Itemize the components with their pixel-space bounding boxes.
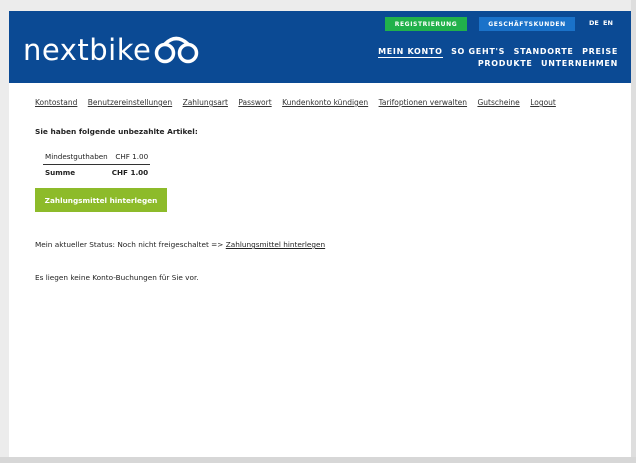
sum-amount: CHF 1.00: [111, 168, 149, 177]
nav-preise[interactable]: PREISE: [582, 47, 618, 56]
subnav-benutzereinstellungen[interactable]: Benutzereinstellungen: [88, 98, 172, 107]
nav-unternehmen[interactable]: UNTERNEHMEN: [541, 59, 618, 68]
subnav-kundenkonto-kuendigen[interactable]: Kundenkonto kündigen: [282, 98, 368, 107]
item-amount: CHF 1.00: [109, 149, 151, 165]
nav-so-gehts[interactable]: SO GEHT'S: [451, 47, 505, 56]
unpaid-heading: Sie haben folgende unbezahlte Artikel:: [35, 127, 198, 136]
vertical-scrollbar[interactable]: [631, 0, 636, 463]
lang-de-link[interactable]: DE: [589, 19, 599, 27]
unpaid-items-table: Mindestguthaben CHF 1.00 Summe CHF 1.00: [43, 149, 151, 181]
logo-text: nextbike: [23, 33, 152, 67]
horizontal-scrollbar[interactable]: [0, 457, 636, 463]
sum-label: Summe: [45, 168, 76, 177]
subnav-logout[interactable]: Logout: [530, 98, 556, 107]
account-content: Sie haben folgende unbezahlte Artikel: M…: [35, 127, 615, 282]
subnav-tarifoptionen[interactable]: Tarifoptionen verwalten: [379, 98, 467, 107]
business-customers-button[interactable]: GESCHÄFTSKUNDEN: [479, 17, 575, 31]
site-logo[interactable]: nextbike: [23, 33, 200, 67]
account-subnav: Kontostand Benutzereinstellungen Zahlung…: [35, 98, 625, 107]
item-label: Mindestguthaben: [43, 149, 110, 165]
subnav-kontostand[interactable]: Kontostand: [35, 98, 77, 107]
main-nav: MEIN KONTO SO GEHT'S STANDORTE PREISE PR…: [340, 46, 618, 70]
table-row: Mindestguthaben CHF 1.00: [43, 149, 151, 165]
add-payment-method-button[interactable]: Zahlungsmittel hinterlegen: [35, 188, 167, 212]
subnav-passwort[interactable]: Passwort: [238, 98, 271, 107]
subnav-zahlungsart[interactable]: Zahlungsart: [183, 98, 228, 107]
bike-logo-icon: [155, 36, 199, 64]
register-button[interactable]: REGISTRIERUNG: [385, 17, 467, 31]
site-header: nextbike REGISTRIERUNG GESCHÄFTSKUNDEN D…: [9, 11, 635, 83]
subnav-gutscheine[interactable]: Gutscheine: [477, 98, 519, 107]
status-payment-link[interactable]: Zahlungsmittel hinterlegen: [226, 240, 325, 249]
nav-produkte[interactable]: PRODUKTE: [478, 59, 533, 68]
sum-row: Summe CHF 1.00: [43, 165, 150, 181]
lang-en-link[interactable]: EN: [603, 19, 613, 27]
nav-standorte[interactable]: STANDORTE: [514, 47, 574, 56]
status-text: Mein aktueller Status: Noch nicht freige…: [35, 240, 224, 249]
no-bookings-text: Es liegen keine Konto-Buchungen für Sie …: [35, 273, 199, 282]
nav-mein-konto[interactable]: MEIN KONTO: [378, 47, 443, 58]
page: nextbike REGISTRIERUNG GESCHÄFTSKUNDEN D…: [9, 11, 635, 459]
account-status: Mein aktueller Status: Noch nicht freige…: [35, 240, 325, 249]
